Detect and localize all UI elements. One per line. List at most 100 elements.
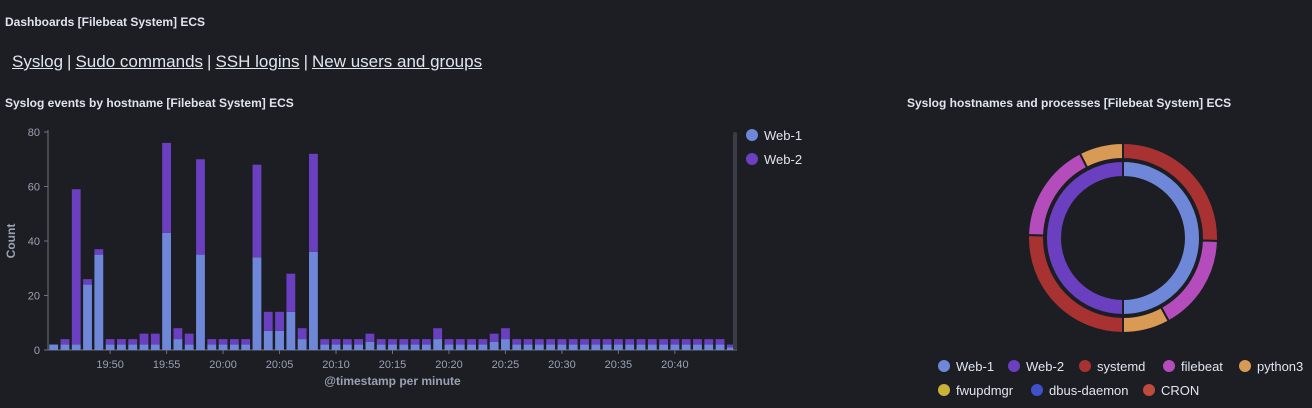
legend-label-systemd[interactable]: systemd xyxy=(1097,359,1145,374)
bar-web-2[interactable] xyxy=(433,328,443,340)
bar-web-2[interactable] xyxy=(670,339,680,345)
bar-web-1[interactable] xyxy=(320,344,330,350)
bar-web-2[interactable] xyxy=(591,339,601,345)
legend-swatch-web-2[interactable] xyxy=(746,153,758,165)
bar-web-1[interactable] xyxy=(388,344,397,350)
bar-web-1[interactable] xyxy=(410,344,420,350)
outer-slice-filebeat[interactable] xyxy=(1027,152,1089,237)
bar-web-1[interactable] xyxy=(139,344,149,350)
bar-web-1[interactable] xyxy=(376,344,386,350)
legend-swatch-web-1[interactable] xyxy=(938,360,950,372)
bar-web-2[interactable] xyxy=(580,339,589,345)
legend-label-web-2[interactable]: Web-2 xyxy=(764,152,802,167)
bar-web-2[interactable] xyxy=(388,339,397,345)
bar-web-2[interactable] xyxy=(659,339,668,345)
bar-web-2[interactable] xyxy=(173,328,183,340)
bar-web-1[interactable] xyxy=(196,254,205,350)
bar-web-2[interactable] xyxy=(636,339,646,345)
bar-web-2[interactable] xyxy=(241,339,251,345)
bar-web-2[interactable] xyxy=(715,339,725,345)
bar-web-2[interactable] xyxy=(105,339,115,345)
legend-swatch-cron[interactable] xyxy=(1143,384,1155,396)
bar-web-2[interactable] xyxy=(399,339,409,345)
bar-web-1[interactable] xyxy=(399,344,409,350)
bar-web-2[interactable] xyxy=(263,311,273,331)
bar-web-2[interactable] xyxy=(252,164,262,258)
bar-web-2[interactable] xyxy=(286,273,296,312)
legend-swatch-systemd[interactable] xyxy=(1079,360,1091,372)
bar-web-2[interactable] xyxy=(128,339,138,345)
legend-swatch-dbus-daemon[interactable] xyxy=(1031,384,1043,396)
bar-web-1[interactable] xyxy=(60,344,70,350)
bar-web-1[interactable] xyxy=(557,344,567,350)
bar-web-2[interactable] xyxy=(546,339,556,345)
bar-web-1[interactable] xyxy=(568,344,578,350)
bar-web-2[interactable] xyxy=(331,339,341,345)
bar-web-2[interactable] xyxy=(602,339,612,345)
bar-web-2[interactable] xyxy=(365,333,375,342)
bar-web-1[interactable] xyxy=(71,344,81,350)
bar-web-1[interactable] xyxy=(636,344,646,350)
outer-slice-filebeat[interactable] xyxy=(1159,239,1219,323)
bar-web-1[interactable] xyxy=(49,344,59,350)
bar-web-2[interactable] xyxy=(489,333,499,342)
bar-web-2[interactable] xyxy=(297,328,307,340)
bar-web-2[interactable] xyxy=(117,339,126,345)
bar-web-1[interactable] xyxy=(309,251,318,350)
inner-slice-web-1[interactable] xyxy=(1122,159,1201,317)
bar-web-1[interactable] xyxy=(117,344,126,350)
bar-web-1[interactable] xyxy=(602,344,612,350)
bar-web-1[interactable] xyxy=(659,344,668,350)
bar-web-2[interactable] xyxy=(60,339,70,345)
bar-web-1[interactable] xyxy=(647,344,657,350)
legend-swatch-fwupdmgr[interactable] xyxy=(938,384,950,396)
bar-web-2[interactable] xyxy=(568,339,578,345)
bar-web-2[interactable] xyxy=(625,339,635,345)
bar-web-1[interactable] xyxy=(150,344,160,350)
bar-web-1[interactable] xyxy=(297,339,307,350)
bar-web-2[interactable] xyxy=(444,339,454,345)
bar-web-2[interactable] xyxy=(196,159,205,255)
bar-web-1[interactable] xyxy=(342,344,352,350)
bar-web-1[interactable] xyxy=(455,344,465,350)
bar-web-2[interactable] xyxy=(681,339,691,345)
bar-web-1[interactable] xyxy=(365,341,375,350)
bar-web-2[interactable] xyxy=(139,333,149,345)
outer-slice-python3[interactable] xyxy=(1078,141,1124,169)
bar-web-2[interactable] xyxy=(309,153,318,252)
bar-web-1[interactable] xyxy=(173,339,183,350)
bar-web-2[interactable] xyxy=(501,328,510,340)
bar-web-2[interactable] xyxy=(410,339,420,345)
bar-web-1[interactable] xyxy=(693,344,702,350)
bar-web-1[interactable] xyxy=(613,344,623,350)
bar-web-2[interactable] xyxy=(184,333,194,345)
bar-web-1[interactable] xyxy=(184,344,194,350)
outer-slice-systemd[interactable] xyxy=(1027,233,1124,335)
legend-label-cron[interactable]: CRON xyxy=(1161,383,1199,398)
bar-web-2[interactable] xyxy=(71,189,81,345)
legend-label-python3[interactable]: python3 xyxy=(1257,359,1303,374)
bar-web-1[interactable] xyxy=(444,344,454,350)
bar-web-2[interactable] xyxy=(421,339,431,345)
legend-swatch-python3[interactable] xyxy=(1239,360,1251,372)
bar-web-2[interactable] xyxy=(229,339,239,345)
bar-web-2[interactable] xyxy=(83,279,92,285)
bar-web-2[interactable] xyxy=(613,339,623,345)
bar-web-1[interactable] xyxy=(229,344,239,350)
legend-label-fwupdmgr[interactable]: fwupdmgr xyxy=(956,383,1014,398)
legend-label-filebeat[interactable]: filebeat xyxy=(1181,359,1223,374)
bar-web-2[interactable] xyxy=(693,339,702,345)
legend-swatch-web-2[interactable] xyxy=(1008,360,1020,372)
bar-web-1[interactable] xyxy=(128,344,138,350)
bar-web-1[interactable] xyxy=(489,341,499,350)
bar-web-2[interactable] xyxy=(354,339,364,345)
bar-web-2[interactable] xyxy=(704,339,714,345)
legend-swatch-web-1[interactable] xyxy=(746,129,758,141)
bar-web-1[interactable] xyxy=(162,232,172,350)
bar-web-1[interactable] xyxy=(625,344,635,350)
bar-web-1[interactable] xyxy=(263,330,273,350)
bar-web-1[interactable] xyxy=(512,344,522,350)
bar-web-1[interactable] xyxy=(591,344,601,350)
bar-web-2[interactable] xyxy=(467,339,476,345)
legend-label-web-2[interactable]: Web-2 xyxy=(1026,359,1064,374)
